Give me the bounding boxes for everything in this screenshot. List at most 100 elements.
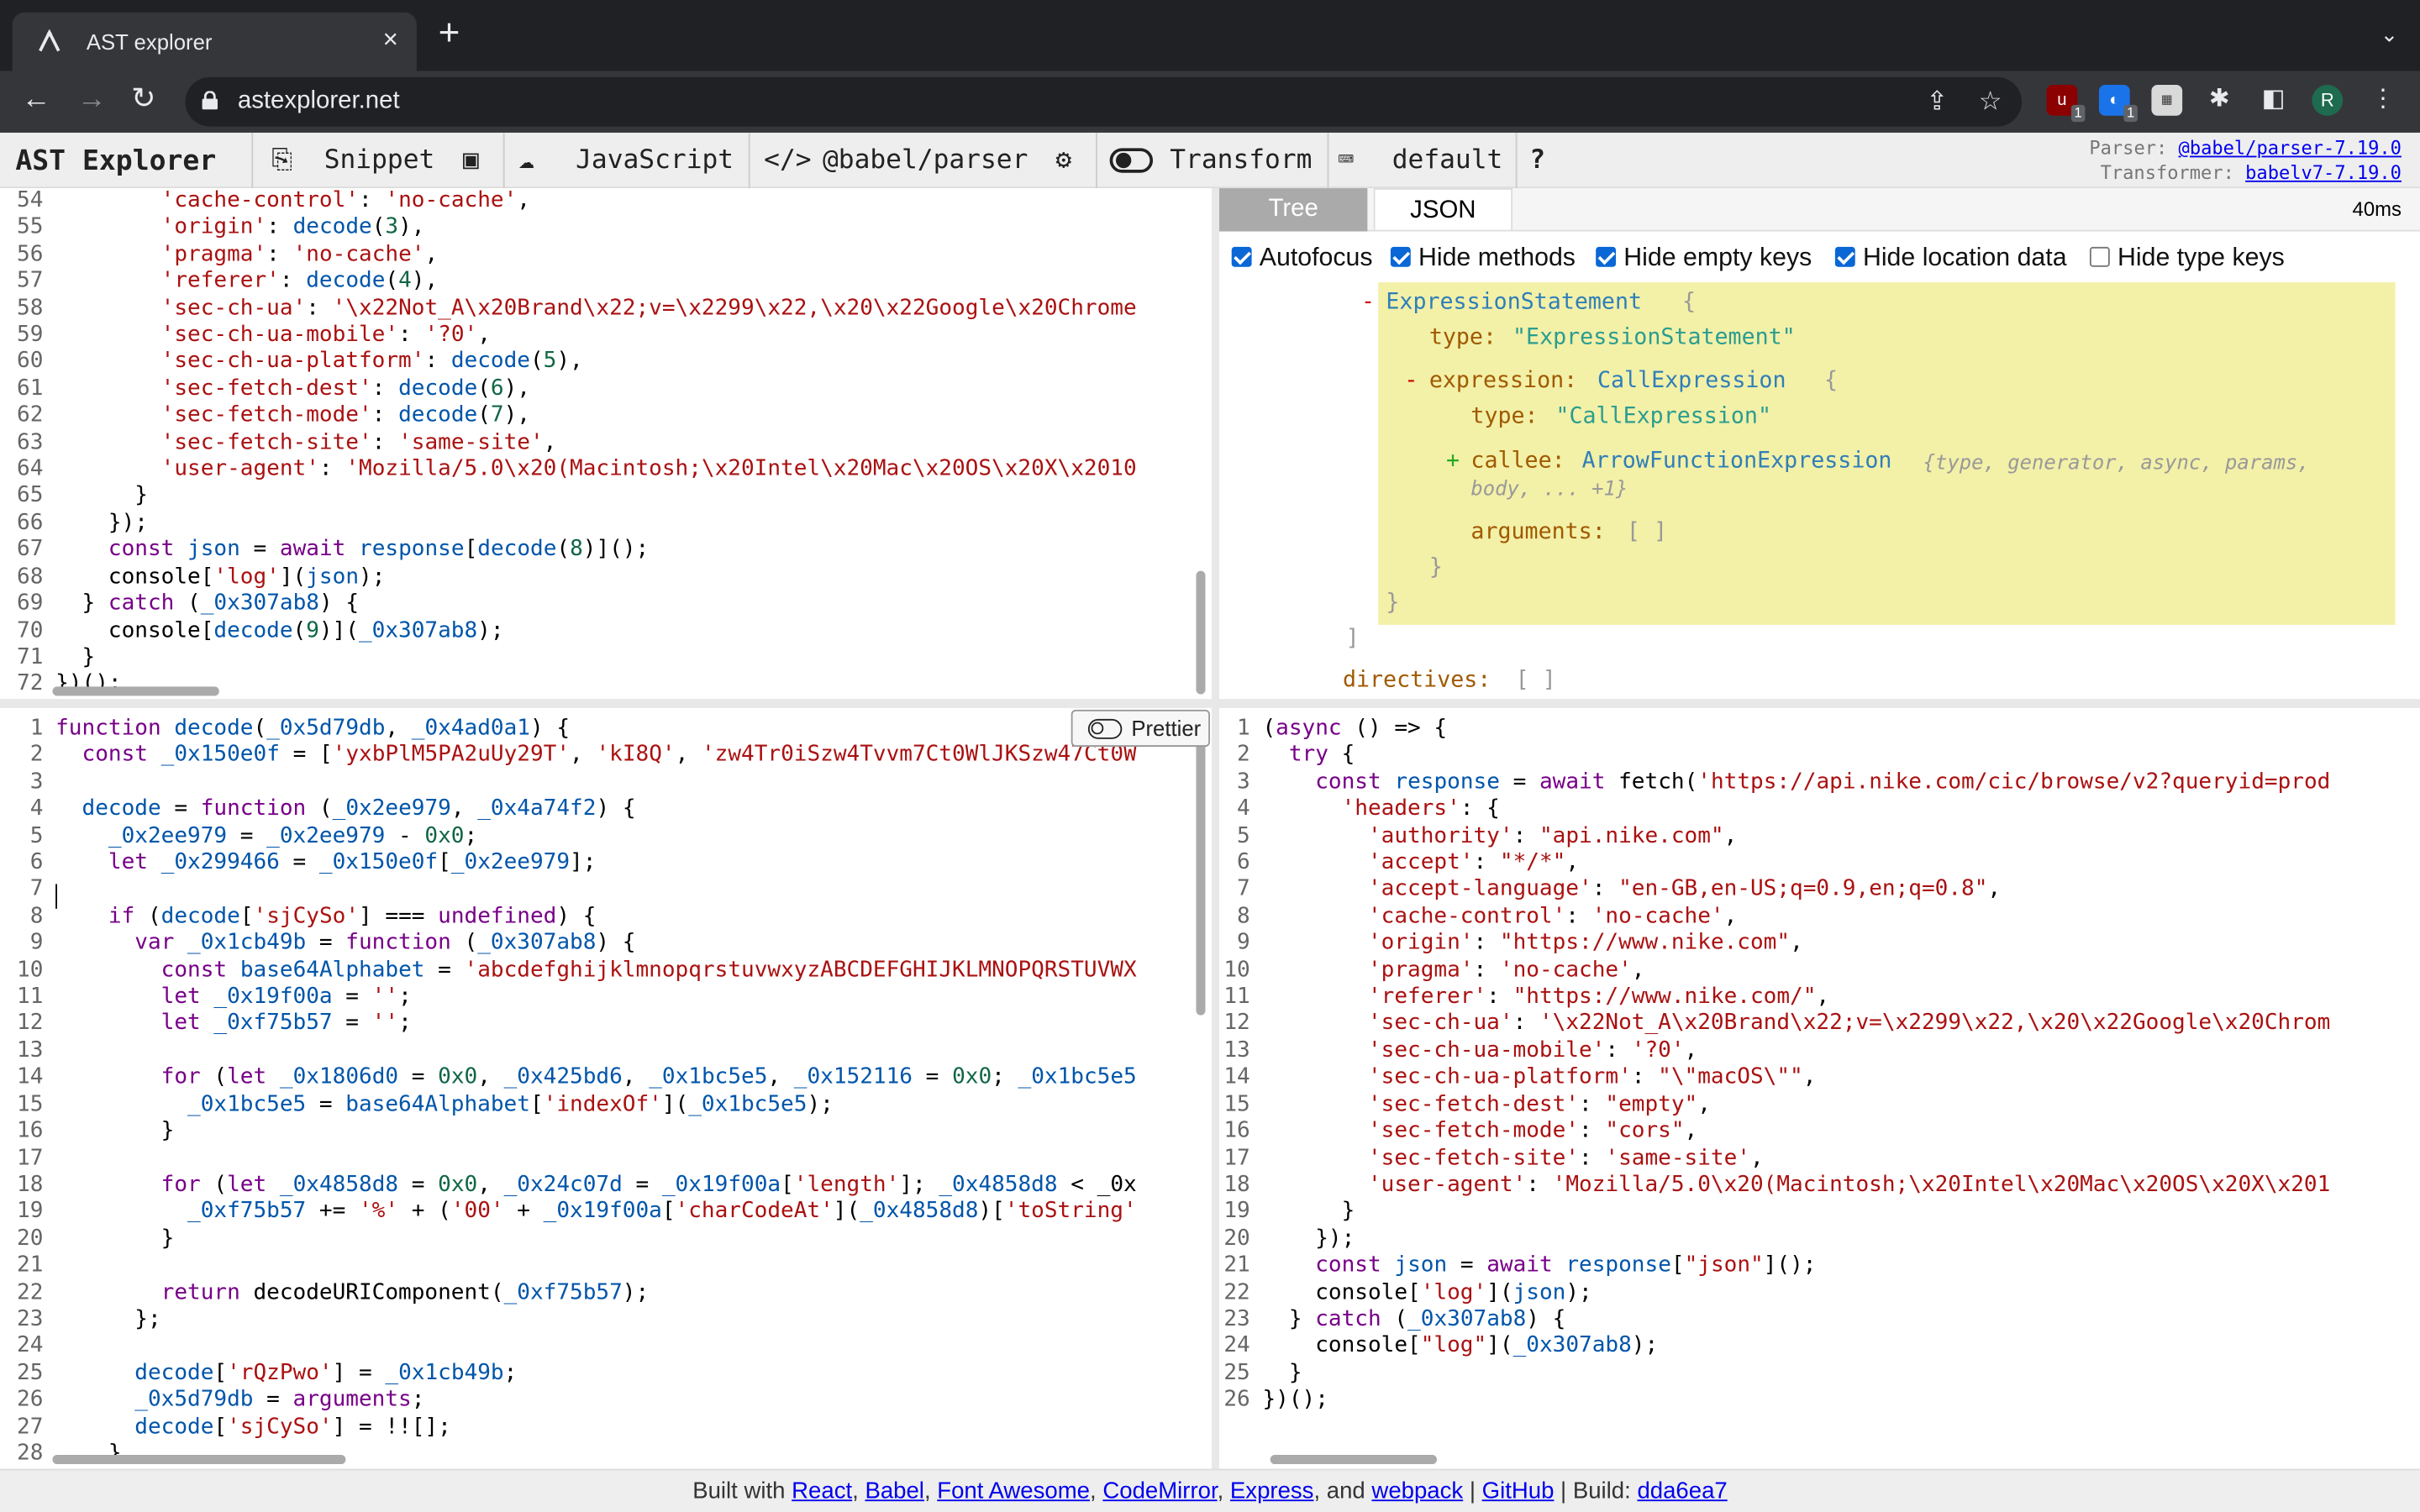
- source-editor[interactable]: 54 'cache-control': 'no-cache', 55 'origi…: [0, 188, 1212, 700]
- extensions-puzzle-icon[interactable]: ✱: [2204, 85, 2235, 116]
- tree-key-expression[interactable]: expression:: [1429, 369, 1577, 393]
- footer-link-webpack[interactable]: webpack: [1371, 1478, 1463, 1504]
- footer-link-babel[interactable]: Babel: [865, 1478, 923, 1504]
- checkbox[interactable]: [1834, 246, 1855, 267]
- footer-link-codemirror[interactable]: CodeMirror: [1102, 1478, 1217, 1504]
- toolbar-divider: [502, 132, 505, 189]
- back-arrow-icon[interactable]: ←: [22, 83, 51, 117]
- checkbox[interactable]: [2089, 246, 2110, 267]
- extension-icon-2[interactable]: ◐ 1: [2098, 85, 2138, 123]
- tab-search-chevron-icon[interactable]: ⌄: [2381, 22, 2399, 48]
- vertical-scrollbar[interactable]: [1196, 570, 1206, 695]
- prettier-toggle-icon: [1087, 718, 1123, 739]
- code-line: 20 }: [0, 1226, 1212, 1253]
- transformer-version-link[interactable]: babelv7-7.19.0: [2245, 162, 2402, 184]
- save-icon[interactable]: ▣: [463, 145, 479, 176]
- transform-toggle-icon[interactable]: [1109, 148, 1154, 173]
- option-hide-type-keys[interactable]: Hide type keys: [2089, 244, 2285, 273]
- footer-link-font-awesome[interactable]: Font Awesome: [937, 1478, 1090, 1504]
- close-tab-icon[interactable]: ×: [383, 24, 398, 55]
- tree-node-call-expression[interactable]: CallExpression: [1597, 369, 1786, 393]
- code-line: 67 const json = await response[decode(8)…: [0, 538, 1212, 564]
- horizontal-scrollbar[interactable]: [52, 686, 219, 696]
- transform-output[interactable]: 1 (async () => {2 try {3 const response =…: [1219, 708, 2420, 1469]
- code-line: 16 }: [0, 1119, 1212, 1146]
- browser-menu-icon[interactable]: ⋮: [2368, 85, 2399, 116]
- collapse-toggle[interactable]: -: [1361, 290, 1375, 314]
- language-select[interactable]: JavaScript: [576, 145, 734, 176]
- extension-badge: 1: [2123, 104, 2138, 123]
- transform-menu[interactable]: Transform: [1170, 145, 1312, 176]
- vertical-scrollbar[interactable]: [1196, 714, 1206, 1016]
- side-panel-icon[interactable]: ◧: [2258, 85, 2289, 116]
- keymap-select[interactable]: default: [1392, 145, 1503, 176]
- ast-tree: - ExpressionStatement { type: "Expressio…: [1219, 282, 2420, 699]
- snippet-menu[interactable]: Snippet: [324, 145, 435, 176]
- profile-avatar[interactable]: R: [2312, 85, 2344, 116]
- checkbox[interactable]: [1231, 246, 1252, 267]
- collapse-toggle[interactable]: -: [1404, 369, 1418, 393]
- horizontal-scrollbar[interactable]: [1270, 1455, 1438, 1465]
- line-number: 62: [17, 402, 44, 428]
- parser-select[interactable]: @babel/parser: [823, 145, 1028, 176]
- bookmark-star-icon[interactable]: ☆: [1979, 87, 2002, 118]
- extension-icon-3[interactable]: ▦: [2151, 85, 2183, 116]
- transform-editor[interactable]: 1 function decode(_0x5d79db, _0x4ad0a1) {…: [0, 708, 1212, 1469]
- line-number: 24: [1223, 1333, 1250, 1358]
- checkbox[interactable]: [1390, 246, 1411, 267]
- code-line: 54 'cache-control': 'no-cache',: [0, 188, 1212, 215]
- option-label: Hide empty keys: [1623, 244, 1812, 272]
- code-line: 10 'pragma': 'no-cache',: [1219, 958, 2420, 984]
- footer-link-build[interactable]: dda6ea7: [1637, 1478, 1727, 1504]
- tree-key: type:: [1470, 404, 1539, 429]
- forward-arrow-icon[interactable]: →: [77, 83, 107, 117]
- ublock-extension-icon[interactable]: u1: [2046, 85, 2086, 123]
- tree-node-expression-statement[interactable]: ExpressionStatement: [1386, 290, 1642, 314]
- reload-icon[interactable]: ↻: [131, 83, 155, 117]
- code-line: 55 'origin': decode(3),: [0, 215, 1212, 242]
- line-number: 24: [17, 1333, 44, 1358]
- footer-link-github[interactable]: GitHub: [1482, 1478, 1555, 1504]
- url-input[interactable]: astexplorer.net ⇪ ☆: [185, 76, 2023, 127]
- tree-key: directives:: [1342, 668, 1491, 693]
- footer-link-react[interactable]: React: [792, 1478, 852, 1504]
- tab-json[interactable]: JSON: [1373, 188, 1513, 232]
- tree-summary: {type, generator, async, params,: [1923, 452, 2310, 475]
- code-line: 23 } catch (_0x307ab8) {: [1219, 1307, 2420, 1334]
- checkbox[interactable]: [1596, 246, 1617, 267]
- option-hide-methods[interactable]: Hide methods: [1390, 244, 1576, 273]
- browser-tab[interactable]: AST explorer ×: [12, 12, 417, 71]
- line-number: 2: [1237, 743, 1250, 768]
- option-hide-empty-keys[interactable]: Hide empty keys: [1596, 244, 1812, 273]
- tab-tree[interactable]: Tree: [1219, 188, 1368, 232]
- pane-divider-horizontal[interactable]: [0, 699, 2420, 709]
- share-icon[interactable]: ⇪: [1926, 87, 1948, 118]
- prettier-button[interactable]: Prettier: [1071, 709, 1211, 747]
- horizontal-scrollbar[interactable]: [52, 1455, 346, 1465]
- snippet-file-icon: ⎘: [271, 144, 293, 176]
- code-line: 63 'sec-fetch-site': 'same-site',: [0, 430, 1212, 457]
- line-number: 6: [1237, 850, 1250, 875]
- option-autofocus[interactable]: Autofocus: [1231, 244, 1373, 273]
- line-number: 21: [17, 1252, 44, 1278]
- line-number: 19: [17, 1199, 44, 1225]
- extension-badge: 1: [2070, 104, 2086, 123]
- parser-version-link[interactable]: @babel/parser-7.19.0: [2179, 137, 2402, 159]
- line-number: 26: [17, 1387, 44, 1412]
- new-tab-icon[interactable]: +: [439, 14, 460, 52]
- brand-title: AST Explorer: [15, 144, 217, 178]
- line-number: 25: [17, 1360, 44, 1385]
- footer-link-express[interactable]: Express: [1230, 1478, 1314, 1504]
- tree-node-arrow-function[interactable]: ArrowFunctionExpression: [1582, 449, 1892, 473]
- option-hide-location-data[interactable]: Hide location data: [1834, 244, 2067, 273]
- code-line: 15 _0x1bc5e5 = base64Alphabet['indexOf']…: [0, 1092, 1212, 1119]
- line-number: 7: [29, 877, 44, 902]
- expand-toggle[interactable]: +: [1446, 449, 1460, 473]
- pane-divider-vertical[interactable]: [1211, 188, 1220, 1469]
- line-number: 1: [1237, 716, 1250, 741]
- tree-key-callee[interactable]: callee:: [1470, 449, 1565, 473]
- code-line: 65 }: [0, 484, 1212, 511]
- help-icon[interactable]: ?: [1529, 145, 1545, 176]
- parser-settings-gear-icon[interactable]: ⚙: [1055, 145, 1071, 176]
- code-line: 16 'sec-fetch-mode': "cors",: [1219, 1119, 2420, 1146]
